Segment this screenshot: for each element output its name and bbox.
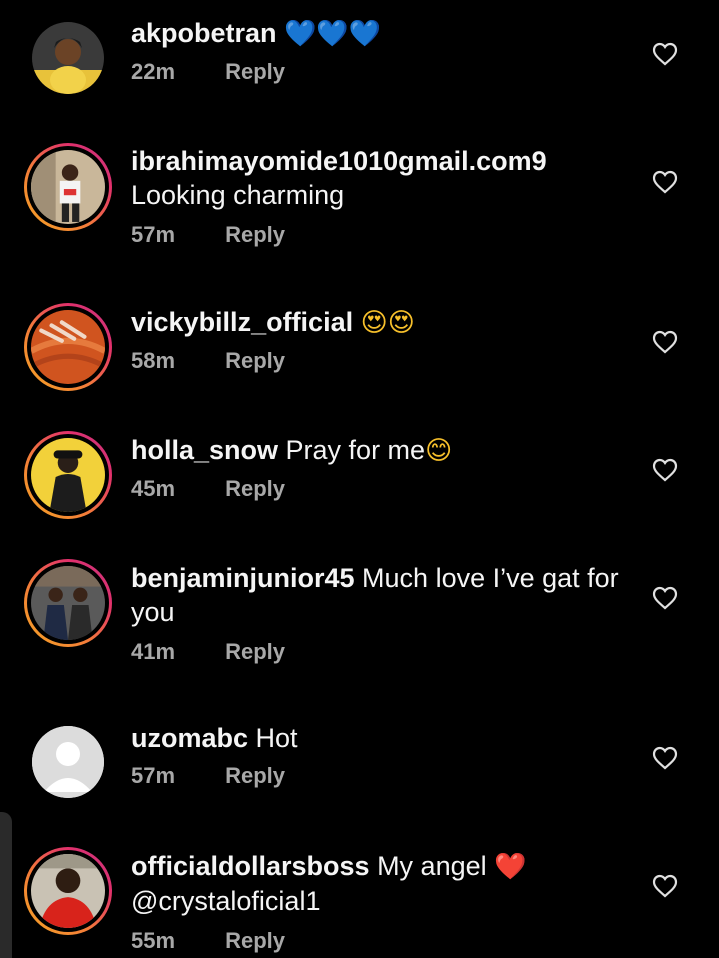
comment-emoji: 😍😍: [360, 308, 415, 338]
like-heart-icon[interactable]: [652, 586, 678, 610]
edge-scroll-handle[interactable]: [0, 812, 12, 958]
ibrahim-avatar: [31, 150, 105, 224]
avatar[interactable]: [32, 22, 104, 94]
holla-avatar: [31, 438, 105, 512]
comment-time: 57m: [131, 222, 176, 247]
dollarsboss-avatar: [31, 854, 105, 928]
comment-time: 55m: [131, 928, 176, 953]
comment-username[interactable]: benjaminjunior45: [131, 563, 355, 593]
like-heart-icon[interactable]: [652, 330, 678, 354]
uzoma-avatar: [32, 726, 104, 798]
reply-button[interactable]: Reply: [225, 57, 285, 87]
comment-text: Hot: [248, 723, 298, 753]
reply-button[interactable]: Reply: [225, 474, 285, 504]
like-heart-icon[interactable]: [652, 458, 678, 482]
like-heart-icon[interactable]: [652, 42, 678, 66]
comment-username[interactable]: uzomabc: [131, 723, 248, 753]
comment-time: 22m: [131, 59, 176, 84]
comment-text: Looking charming: [131, 180, 345, 210]
comment-emoji: 💙💙💙: [284, 19, 382, 49]
comment-text: My angel: [369, 851, 495, 881]
reply-button[interactable]: Reply: [225, 220, 285, 250]
akpobetran-avatar: [32, 22, 104, 94]
comment-username[interactable]: holla_snow: [131, 435, 278, 465]
avatar[interactable]: [24, 143, 112, 231]
comment-text: Pray for me: [278, 435, 426, 465]
comment-time: 57m: [131, 763, 176, 788]
comment-username[interactable]: vickybillz_official: [131, 307, 353, 337]
comment-mention[interactable]: @crystaloficial1: [131, 886, 320, 916]
comments-list: akpobetran 💙💙💙 22m Reply ibrahimayomide1…: [0, 0, 719, 958]
comment-text-continued: you: [131, 597, 175, 627]
comment-time: 41m: [131, 639, 176, 664]
comment-emoji: 😊: [425, 436, 453, 466]
comment-username[interactable]: ibrahimayomide1010gmail.com9: [131, 146, 547, 176]
like-heart-icon[interactable]: [652, 874, 678, 898]
avatar[interactable]: [32, 726, 104, 798]
benjamin-avatar: [31, 566, 105, 640]
avatar[interactable]: [24, 431, 112, 519]
reply-button[interactable]: Reply: [225, 926, 285, 956]
vicky-avatar: [31, 310, 105, 384]
comment-text: Much love I’ve gat for: [354, 563, 619, 593]
like-heart-icon[interactable]: [652, 746, 678, 770]
reply-button[interactable]: Reply: [225, 761, 285, 791]
reply-button[interactable]: Reply: [225, 637, 285, 667]
comment-emoji: ❤️: [494, 852, 527, 882]
avatar[interactable]: [24, 303, 112, 391]
reply-button[interactable]: Reply: [225, 346, 285, 376]
avatar[interactable]: [24, 847, 112, 935]
comment-time: 45m: [131, 476, 176, 501]
avatar[interactable]: [24, 559, 112, 647]
comment-username[interactable]: officialdollarsboss: [131, 851, 370, 881]
like-heart-icon[interactable]: [652, 170, 678, 194]
comment-time: 58m: [131, 348, 176, 373]
comment-username[interactable]: akpobetran: [131, 18, 277, 48]
